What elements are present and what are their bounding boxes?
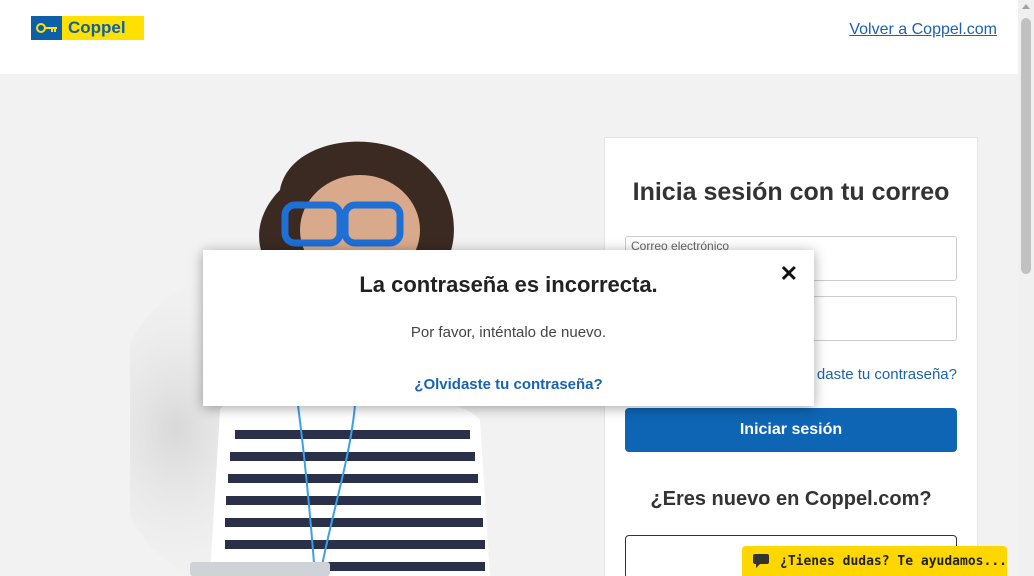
- close-icon[interactable]: ✕: [780, 261, 798, 287]
- site-header: Coppel Volver a Coppel.com: [0, 0, 1018, 74]
- logo-text: Coppel: [62, 16, 144, 40]
- forgot-password-link[interactable]: daste tu contraseña?: [817, 366, 957, 383]
- new-user-title: ¿Eres nuevo en Coppel.com?: [650, 488, 932, 510]
- scroll-thumb[interactable]: [1021, 18, 1031, 274]
- scroll-up-icon[interactable]: [1022, 4, 1030, 9]
- modal-message: Por favor, inténtalo de nuevo.: [410, 324, 607, 341]
- chat-bubble-icon: [742, 546, 780, 576]
- modal-title: La contraseña es incorrecta.: [359, 272, 658, 297]
- chat-widget[interactable]: ¿Tienes dudas? Te ayudamos...: [742, 546, 1007, 576]
- login-button[interactable]: Iniciar sesión: [625, 408, 957, 452]
- back-to-coppel-link[interactable]: Volver a Coppel.com: [849, 21, 997, 39]
- modal-forgot-password-link[interactable]: ¿Olvidaste tu contraseña?: [203, 376, 814, 393]
- error-modal: La contraseña es incorrecta. ✕ Por favor…: [203, 250, 814, 406]
- page-scrollbar[interactable]: [1018, 0, 1034, 576]
- key-icon: [31, 16, 62, 40]
- chat-label: ¿Tienes dudas? Te ayudamos...: [780, 553, 1007, 569]
- coppel-logo[interactable]: Coppel: [31, 16, 144, 40]
- login-title: Inicia sesión con tu correo: [632, 178, 950, 206]
